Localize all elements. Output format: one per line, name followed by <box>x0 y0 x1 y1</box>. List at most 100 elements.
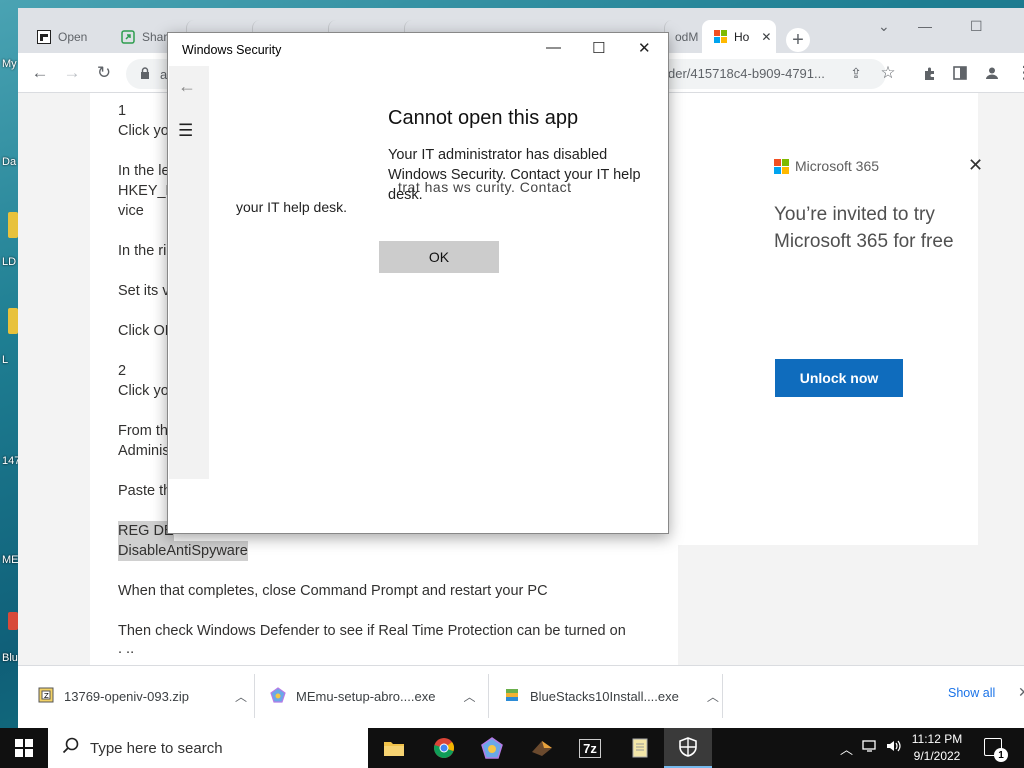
article-code-text: REG DE <box>118 521 174 541</box>
profile-icon[interactable] <box>980 61 1004 85</box>
download-item[interactable]: MEmu-setup-abro....exe ︿ <box>270 684 475 708</box>
menu-kebab-icon[interactable]: ⋮ <box>1012 61 1024 85</box>
desktop-icon-label[interactable]: L <box>2 354 8 366</box>
tab[interactable]: Open <box>26 20 110 53</box>
lock-icon[interactable] <box>140 66 150 82</box>
desktop-icon-label[interactable]: LD <box>2 256 16 268</box>
extensions-icon[interactable] <box>918 61 942 85</box>
maximize-button[interactable]: ☐ <box>970 18 983 35</box>
download-filename: 13769-openiv-093.zip <box>64 688 190 704</box>
zip-file-icon: Z <box>38 687 54 706</box>
article-code-text: DisableAntiSpyware <box>118 541 248 561</box>
share-icon[interactable]: ⇪ <box>844 61 868 85</box>
windows-security-window: Windows Security — ☐ ✕ ← ☰ trat has ws c… <box>167 32 669 534</box>
microsoft-365-logo: Microsoft 365 <box>774 158 879 174</box>
app-icon[interactable] <box>518 728 566 768</box>
close-tab-icon[interactable]: ✕ <box>761 30 771 44</box>
chevron-up-icon[interactable]: ︿ <box>235 688 247 705</box>
new-tab-button[interactable]: + <box>786 28 810 52</box>
minimize-button[interactable]: — <box>918 18 932 34</box>
show-hidden-icons-chevron-icon[interactable]: ︿ <box>840 739 853 758</box>
window-title: Windows Security <box>182 43 282 57</box>
forward-button[interactable]: → <box>60 61 84 85</box>
ok-button[interactable]: OK <box>379 241 499 273</box>
dialog-message: Your IT administrator has disabled Windo… <box>388 147 641 203</box>
taskbar-search-box[interactable]: Type here to search <box>48 728 368 768</box>
7zip-label: 7z <box>579 738 601 758</box>
article-text: Then check Windows Defender to see if Re… <box>118 623 626 639</box>
url-text: der/415718c4-b909-4791... <box>668 66 825 81</box>
chevron-up-icon[interactable]: ︿ <box>463 688 475 705</box>
folder-icon[interactable] <box>8 212 18 238</box>
ad-headline: You’re invited to try Microsoft 365 for … <box>774 204 954 252</box>
close-button[interactable]: ✕ <box>638 39 651 57</box>
desktop-icon-label[interactable]: My <box>2 58 17 70</box>
windows-security-icon[interactable] <box>664 728 712 768</box>
clock-date: 9/1/2022 <box>913 749 961 763</box>
show-all-downloads-link[interactable]: Show all <box>948 686 995 700</box>
tab-active[interactable]: Ho ✕ <box>702 20 776 53</box>
brand-name: Microsoft 365 <box>795 158 880 174</box>
system-clock[interactable]: 11:12 PM 9/1/2022 <box>904 731 970 765</box>
windows-logo-icon <box>15 739 33 757</box>
back-button[interactable]: ← <box>28 61 52 85</box>
file-explorer-icon[interactable] <box>370 728 418 768</box>
share-favicon-icon <box>120 29 136 45</box>
downloads-bar: Z 13769-openiv-093.zip ︿ MEmu-setup-abro… <box>18 665 1024 728</box>
tab-label: Open <box>58 29 88 44</box>
article-text: vice <box>118 203 144 219</box>
bluestacks-installer-icon <box>504 687 520 706</box>
desktop-icon-label[interactable]: ME <box>2 554 19 566</box>
tab[interactable]: odM <box>664 20 704 53</box>
chevron-up-icon[interactable]: ︿ <box>707 688 719 705</box>
article-text: 1 <box>118 103 127 119</box>
article-text: From th <box>118 423 168 439</box>
article-text: In the ri <box>118 243 167 259</box>
microsoft-logo-icon <box>774 158 789 174</box>
article-text: When that completes, close Command Promp… <box>118 583 548 599</box>
back-arrow-icon[interactable]: ← <box>178 76 196 97</box>
app-icon[interactable] <box>8 612 18 630</box>
ad-close-button[interactable]: ✕ <box>968 155 983 176</box>
divider <box>488 674 489 718</box>
tab-search-icon[interactable]: ⌄ <box>878 18 890 35</box>
article-text: HKEY_L <box>118 183 174 199</box>
dialog-heading: Cannot open this app <box>388 107 579 129</box>
side-panel-icon[interactable] <box>948 61 972 85</box>
volume-icon[interactable] <box>886 739 902 756</box>
article-text: Click yo <box>118 383 169 399</box>
article-text: . .. <box>118 641 135 657</box>
article-text: Paste th <box>118 483 172 499</box>
chrome-icon[interactable] <box>420 728 468 768</box>
divider <box>254 674 255 718</box>
close-downloads-bar-button[interactable]: ✕ <box>1018 684 1024 701</box>
7zip-icon[interactable]: 7z <box>566 728 614 768</box>
search-icon <box>62 737 80 760</box>
background-text: your IT help desk. <box>236 199 348 215</box>
download-item[interactable]: Z 13769-openiv-093.zip ︿ <box>38 684 247 708</box>
ad-panel: Microsoft 365 ✕ You’re invited to try Mi… <box>678 93 983 545</box>
bookmark-star-icon[interactable]: ☆ <box>876 61 900 85</box>
desktop-icon-label[interactable]: Blu <box>2 652 18 664</box>
unlock-now-button[interactable]: Unlock now <box>775 359 903 397</box>
notepad-icon[interactable] <box>616 728 664 768</box>
desktop-icon-label[interactable]: Da <box>2 156 16 168</box>
start-button[interactable] <box>0 728 48 768</box>
reload-button[interactable]: ↻ <box>92 61 116 85</box>
memu-icon[interactable] <box>468 728 516 768</box>
article-text: In the le <box>118 163 170 179</box>
openiv-favicon-icon <box>36 29 52 45</box>
maximize-button[interactable]: ☐ <box>592 39 605 57</box>
article-text: Click OK <box>118 323 175 339</box>
download-item[interactable]: BlueStacks10Install....exe ︿ <box>504 684 719 708</box>
hamburger-menu-icon[interactable]: ☰ <box>178 121 193 141</box>
download-filename: BlueStacks10Install....exe <box>530 688 679 704</box>
folder-icon[interactable] <box>8 308 18 334</box>
article-text: Click yo <box>118 123 169 139</box>
taskbar: Type here to search 7z ︿ 11:12 PM 9/1/20… <box>0 728 1024 768</box>
network-icon[interactable] <box>862 739 878 756</box>
search-placeholder: Type here to search <box>90 739 223 757</box>
minimize-button[interactable]: — <box>546 39 561 56</box>
article-text: Adminis <box>118 443 170 459</box>
article-text: 2 <box>118 363 127 379</box>
